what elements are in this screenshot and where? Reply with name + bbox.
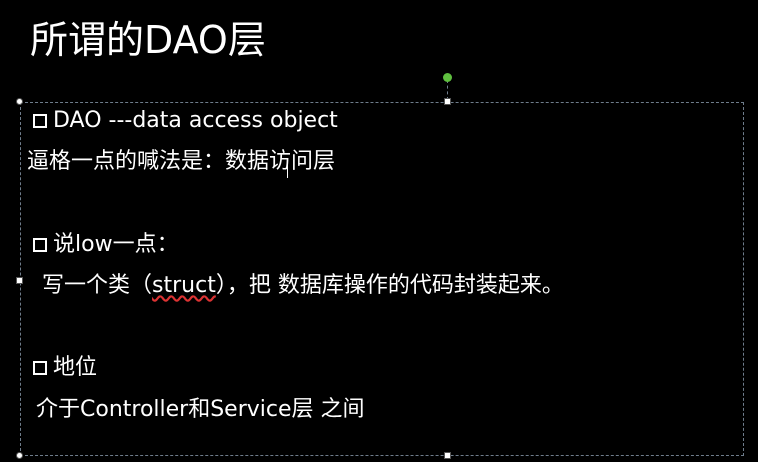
square-bullet-icon [33, 238, 47, 252]
resize-handle-top-middle[interactable] [444, 98, 451, 105]
list-item-position: 地位 [33, 354, 97, 382]
text-cursor [287, 161, 288, 178]
list-item-struct: 写一个类（struct），把 数据库操作的代码封装起来。 [42, 273, 564, 298]
list-item-dao: DAO ---data access object [33, 107, 338, 135]
resize-handle-bottom-middle[interactable] [444, 452, 451, 459]
square-bullet-icon [33, 361, 47, 375]
slide-title: 所谓的DAO层 [30, 18, 266, 62]
rotation-line [447, 80, 449, 100]
list-item-between: 介于Controller和Service层 之间 [36, 397, 365, 422]
spellcheck-word: struct [152, 273, 216, 298]
list-item-fancy-name: 逼格一点的喊法是：数据访问层 [27, 149, 336, 174]
square-bullet-icon [33, 114, 47, 128]
list-item-simple: 说low一点： [33, 231, 179, 259]
resize-handle-left-middle[interactable] [16, 277, 23, 284]
rotation-handle[interactable] [443, 73, 452, 82]
resize-handle-top-left[interactable] [16, 98, 23, 105]
resize-handle-bottom-left[interactable] [16, 452, 23, 459]
